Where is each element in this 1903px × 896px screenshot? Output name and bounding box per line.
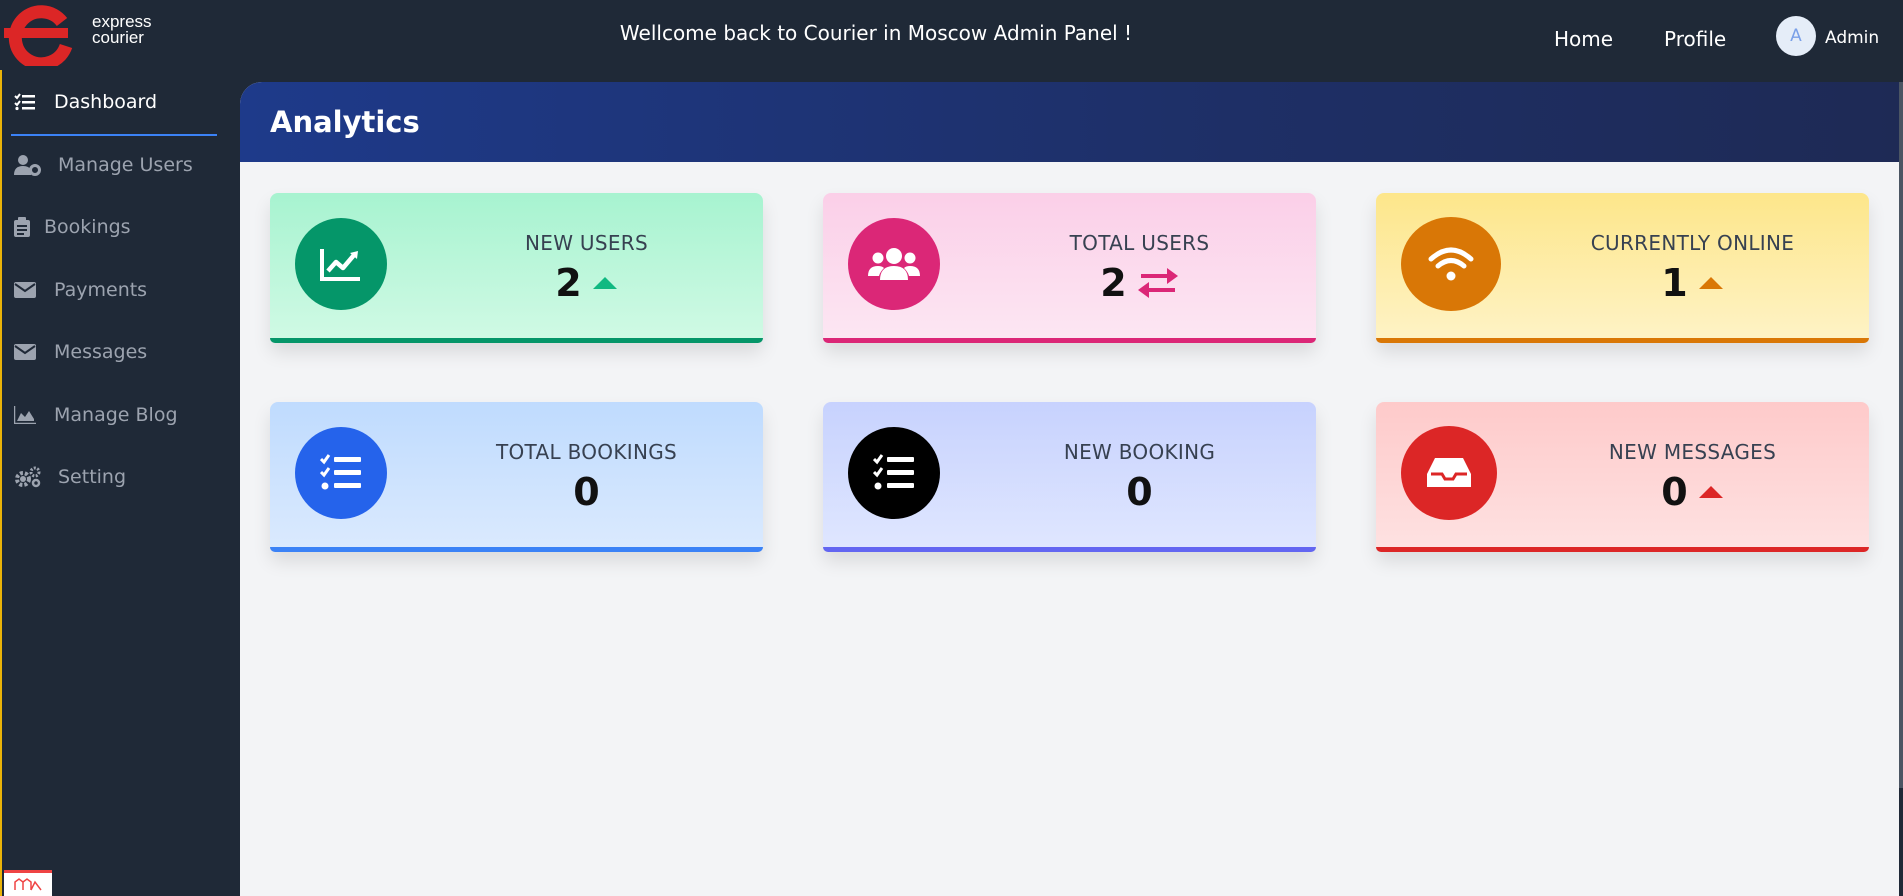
sidebar: Dashboard Manage Users Bookings Payments… <box>0 70 240 896</box>
main-header: Analytics <box>240 82 1899 162</box>
sidebar-item-setting[interactable]: Setting <box>14 457 126 497</box>
stat-card-new-users[interactable]: NEW USERS 2 <box>270 193 763 343</box>
card-accent-bar <box>823 338 1316 343</box>
tasks-icon <box>295 427 387 519</box>
users-cog-icon <box>14 154 46 176</box>
stat-label: TOTAL USERS <box>1069 231 1210 255</box>
chart-line-icon <box>295 218 387 310</box>
caret-up-icon <box>592 277 617 289</box>
caret-up-icon <box>1698 277 1723 289</box>
stat-value-row: 0 <box>410 470 763 514</box>
exchange-icon <box>1137 268 1178 298</box>
welcome-message: Wellcome back to Courier in Moscow Admin… <box>619 21 1133 45</box>
users-icon <box>848 218 940 310</box>
card-accent-bar <box>1376 338 1869 343</box>
tasks-icon <box>848 427 940 519</box>
sidebar-item-dashboard[interactable]: Dashboard <box>14 82 157 122</box>
sidebar-item-label: Dashboard <box>54 91 158 113</box>
stat-value: 1 <box>1661 261 1688 305</box>
stat-value: 0 <box>1126 470 1153 514</box>
nav-profile-link[interactable]: Profile <box>1664 27 1726 51</box>
sidebar-item-bookings[interactable]: Bookings <box>14 207 131 247</box>
card-accent-bar <box>270 547 763 552</box>
card-accent-bar <box>1376 547 1869 552</box>
chart-area-icon <box>14 404 42 426</box>
user-name[interactable]: Admin <box>1825 28 1879 48</box>
sidebar-item-label: Bookings <box>44 216 131 238</box>
stat-label: NEW USERS <box>525 231 648 255</box>
stat-label: NEW BOOKING <box>1063 440 1216 464</box>
stat-value-row: 2 <box>410 261 763 305</box>
stat-value-row: 0 <box>963 470 1316 514</box>
inbox-icon <box>1401 426 1497 520</box>
clipboard-icon <box>14 216 32 238</box>
card-accent-bar <box>823 547 1316 552</box>
stat-value-row: 1 <box>1516 261 1869 305</box>
stat-value-row: 0 <box>1516 470 1869 514</box>
sidebar-item-label: Setting <box>58 466 127 488</box>
sidebar-item-label: Manage Users <box>58 154 193 176</box>
stat-value: 2 <box>555 261 582 305</box>
scrollbar[interactable] <box>1899 82 1903 788</box>
active-underline <box>11 134 217 136</box>
wifi-icon <box>1401 217 1501 311</box>
sidebar-item-messages[interactable]: Messages <box>14 332 147 372</box>
envelope-icon <box>14 341 42 363</box>
stat-value: 0 <box>1661 470 1688 514</box>
stat-value: 0 <box>573 470 600 514</box>
envelope-icon <box>14 279 42 301</box>
page-title: Analytics <box>270 105 420 139</box>
stat-card-new-messages[interactable]: NEW MESSAGES 0 <box>1376 402 1869 552</box>
sidebar-item-label: Manage Blog <box>54 404 178 426</box>
sidebar-item-payments[interactable]: Payments <box>14 270 147 310</box>
card-accent-bar <box>270 338 763 343</box>
stat-label: NEW MESSAGES <box>1608 440 1777 464</box>
sidebar-item-manage-users[interactable]: Manage Users <box>14 145 193 185</box>
nav-home-link[interactable]: Home <box>1554 27 1613 51</box>
avatar[interactable]: A <box>1776 16 1816 56</box>
stat-card-new-booking[interactable]: NEW BOOKING 0 <box>823 402 1316 552</box>
stat-label: TOTAL BOOKINGS <box>495 440 678 464</box>
stat-value-row: 2 <box>963 261 1316 305</box>
stat-card-currently-online[interactable]: CURRENTLY ONLINE 1 <box>1376 193 1869 343</box>
debug-toolbar-icon[interactable] <box>4 870 52 896</box>
stat-card-total-bookings[interactable]: TOTAL BOOKINGS 0 <box>270 402 763 552</box>
sidebar-item-label: Messages <box>54 341 148 363</box>
stat-card-total-users[interactable]: TOTAL USERS 2 <box>823 193 1316 343</box>
cogs-icon <box>14 466 46 488</box>
top-bar: express courier Wellcome back to Courier… <box>0 0 1903 71</box>
sidebar-item-label: Payments <box>54 279 148 301</box>
stat-label: CURRENTLY ONLINE <box>1590 231 1795 255</box>
stat-value: 2 <box>1100 261 1127 305</box>
tasks-icon <box>14 91 42 113</box>
caret-up-icon <box>1698 486 1723 498</box>
sidebar-item-manage-blog[interactable]: Manage Blog <box>14 395 178 435</box>
main-content: Analytics NEW USERS 2 TOTAL USERS 2 CURR… <box>240 82 1899 896</box>
